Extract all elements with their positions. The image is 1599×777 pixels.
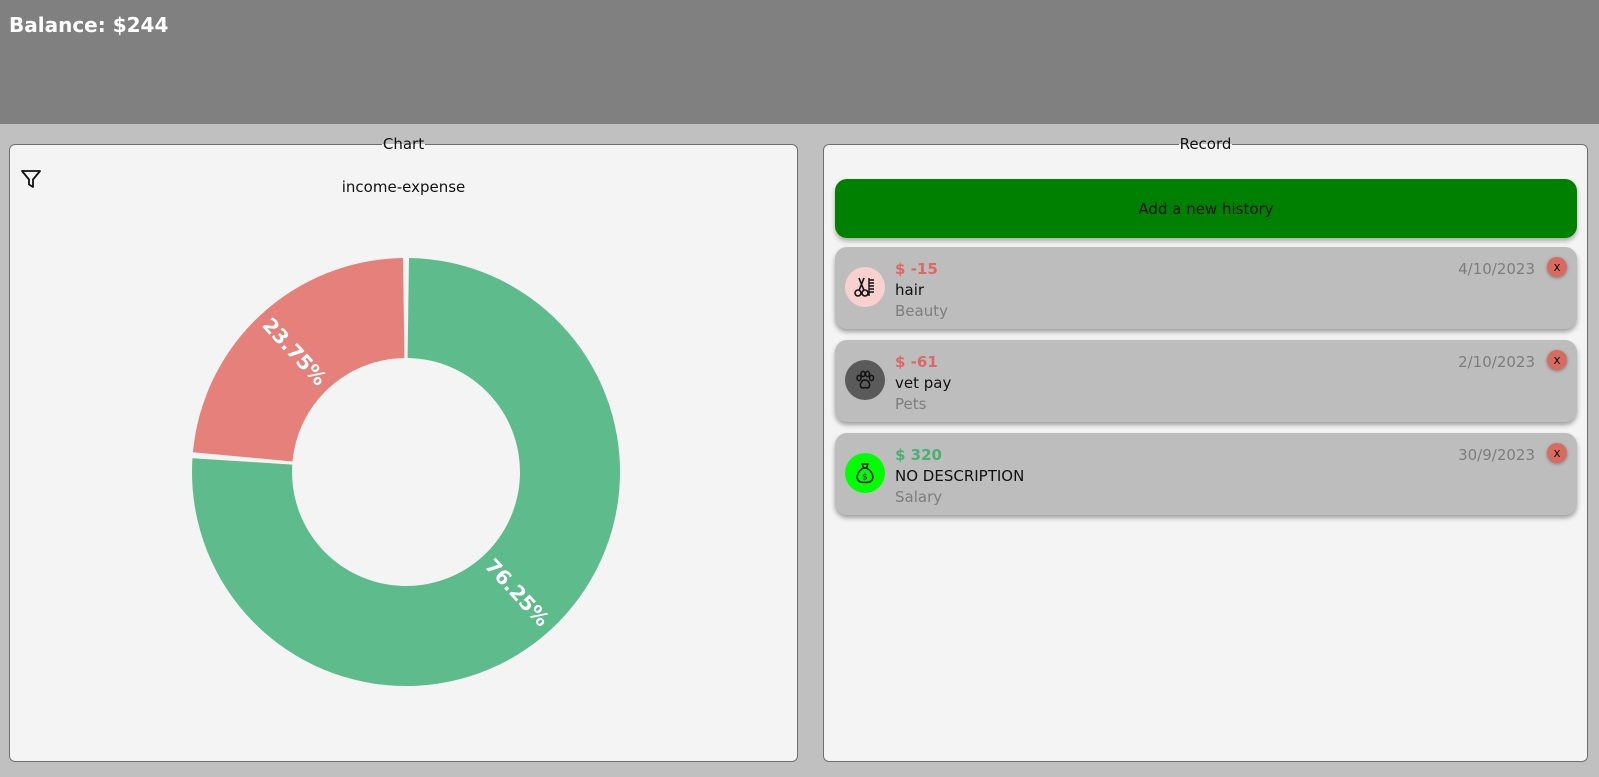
money-bag-icon: $	[845, 453, 885, 493]
delete-record-button[interactable]: x	[1547, 350, 1567, 370]
record-card[interactable]: $ $ 320 NO DESCRIPTION Salary 30/9/2023 …	[835, 433, 1577, 515]
record-category: Beauty	[895, 302, 948, 320]
svg-text:$: $	[862, 473, 868, 483]
record-card[interactable]: $ -61 vet pay Pets 2/10/2023 x	[835, 340, 1577, 422]
paw-icon	[845, 360, 885, 400]
scissors-comb-icon	[845, 267, 885, 307]
record-amount: $ 320	[895, 446, 942, 464]
balance-label: Balance: $244	[9, 13, 169, 37]
header-bar: Balance: $244	[0, 0, 1599, 124]
record-amount: $ -61	[895, 353, 938, 371]
donut-chart: 76.25%23.75%	[191, 258, 621, 686]
delete-record-button[interactable]: x	[1547, 443, 1567, 463]
record-date: 4/10/2023	[1458, 260, 1535, 278]
record-date: 2/10/2023	[1458, 353, 1535, 371]
chart-panel-legend: Chart	[382, 135, 425, 153]
record-description: vet pay	[895, 374, 952, 392]
record-description: NO DESCRIPTION	[895, 467, 1025, 485]
record-description: hair	[895, 281, 925, 299]
chart-panel: Chart income-expense 76.25% 23.75%	[9, 137, 798, 762]
record-panel-legend: Record	[1179, 135, 1232, 153]
record-category: Salary	[895, 488, 943, 506]
record-date: 30/9/2023	[1458, 446, 1535, 464]
record-category: Pets	[895, 395, 927, 413]
record-amount: $ -15	[895, 260, 938, 278]
record-card[interactable]: $ -15 hair Beauty 4/10/2023 x	[835, 247, 1577, 329]
record-panel: Record Add a new history $ -15 hair Beau…	[823, 137, 1588, 762]
add-history-button[interactable]: Add a new history	[835, 179, 1577, 238]
delete-record-button[interactable]: x	[1547, 257, 1567, 277]
